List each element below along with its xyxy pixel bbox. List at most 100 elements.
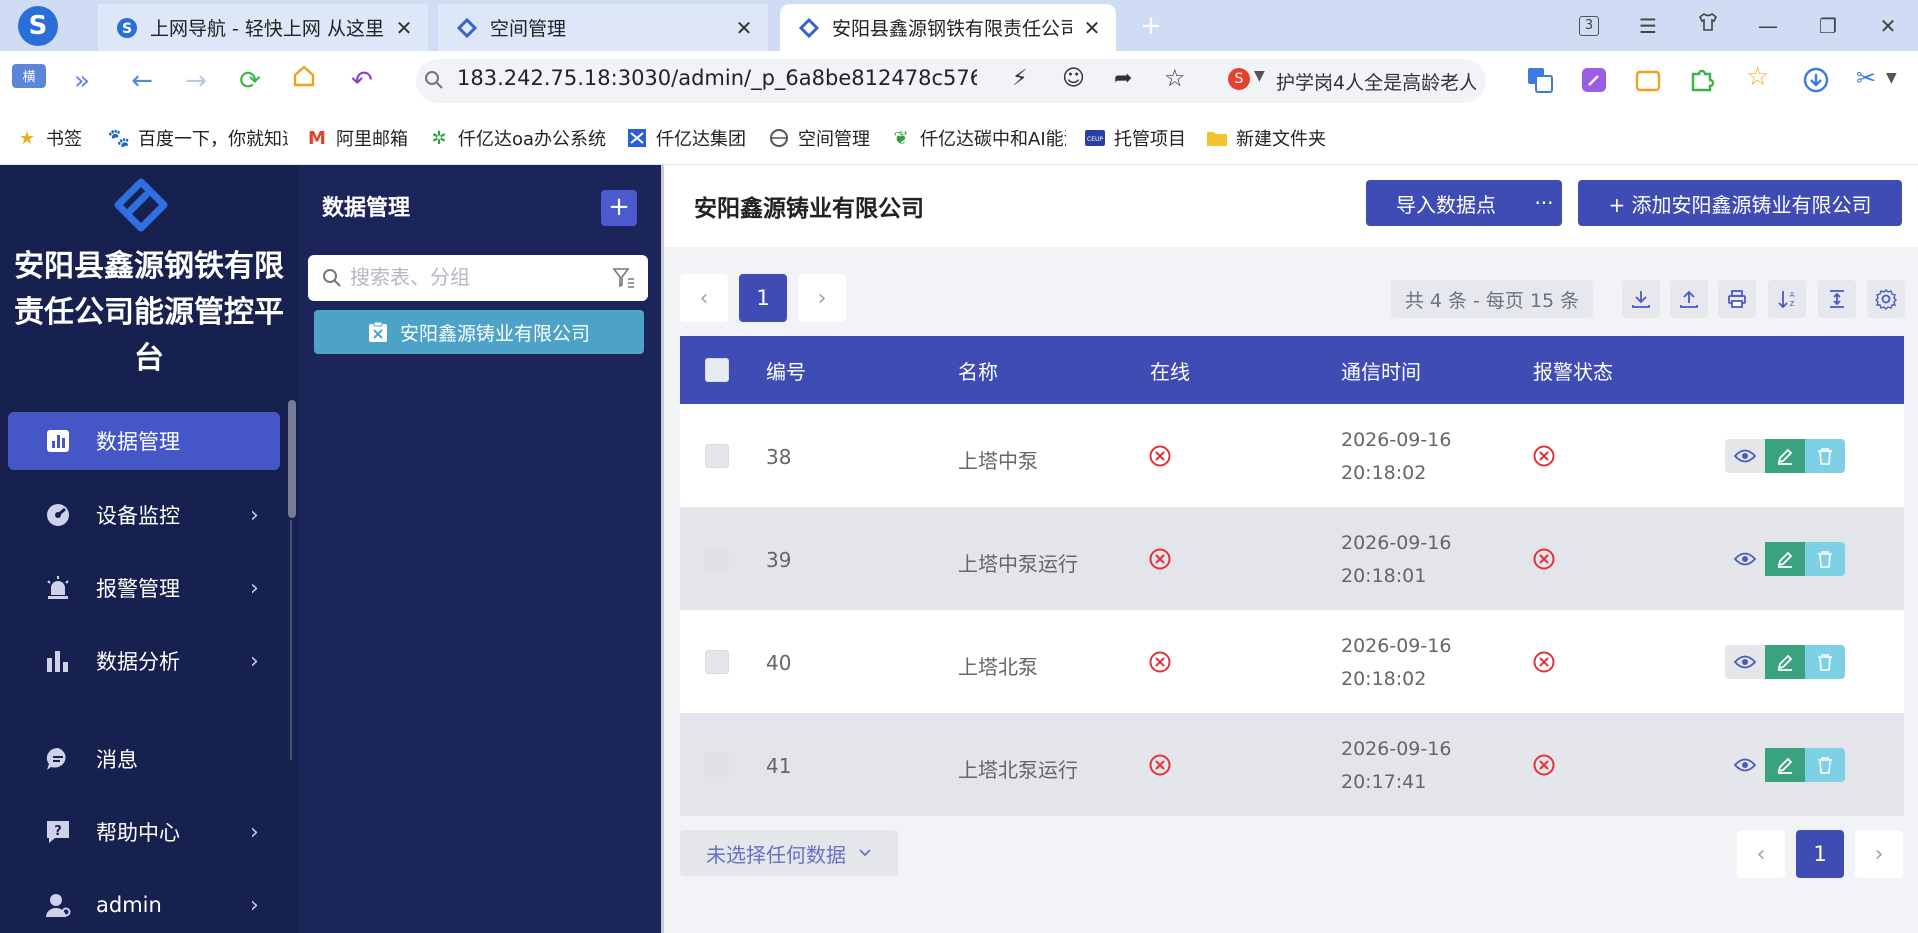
window-close-icon[interactable]: ✕ — [1872, 10, 1904, 42]
sidebar-toggle-icon[interactable]: 横 — [10, 63, 48, 99]
sidebar-item-data-analysis[interactable]: 数据分析 › — [8, 632, 280, 690]
bookmark-item[interactable]: ✲ 仟亿达oa办公系统 — [428, 124, 608, 152]
browser-tab-active[interactable]: 安阳县鑫源钢铁有限责任公司能源管控平台 ✕ — [780, 4, 1116, 51]
share-icon[interactable]: ➦ — [1114, 66, 1132, 91]
column-header-comm-time[interactable]: 通信时间 — [1341, 356, 1421, 385]
new-tab-icon[interactable]: + — [1136, 12, 1166, 42]
import-data-points-button[interactable]: 导入数据点 — [1366, 180, 1526, 226]
lightning-icon[interactable]: ⚡ — [1012, 66, 1027, 91]
delete-button[interactable] — [1805, 439, 1845, 473]
tree-search-input[interactable] — [350, 261, 600, 293]
column-header-id[interactable]: 编号 — [766, 356, 806, 385]
row-comm-time: 20:18:02 — [1341, 668, 1427, 690]
sidebar-item-device-monitoring[interactable]: 设备监控 › — [8, 486, 280, 544]
delete-button[interactable] — [1805, 542, 1845, 576]
view-button[interactable] — [1725, 542, 1765, 576]
folder-icon[interactable] — [1634, 66, 1662, 99]
reader-mode-icon[interactable]: ☺ — [1062, 66, 1085, 91]
browser-tab-navigation[interactable]: S 上网导航 - 轻快上网 从这里开始 ✕ — [98, 4, 428, 51]
url-text[interactable]: 183.242.75.18:3030/admin/_p_6a8be812478c… — [457, 66, 977, 90]
chevron-down-icon[interactable]: ▼ — [1254, 68, 1265, 84]
view-button[interactable] — [1725, 748, 1765, 782]
bookmark-star-icon[interactable]: ☆ — [1164, 64, 1186, 92]
bookmark-item[interactable]: M 阿里邮箱 — [306, 124, 416, 152]
puzzle-icon[interactable] — [1688, 66, 1716, 99]
close-icon[interactable]: ✕ — [1082, 16, 1102, 40]
double-chevron-icon[interactable]: » — [64, 63, 100, 99]
delete-button[interactable] — [1805, 645, 1845, 679]
undo-icon[interactable]: ↶ — [344, 63, 380, 99]
note-icon[interactable] — [1580, 66, 1608, 99]
close-icon[interactable]: ✕ — [394, 16, 414, 40]
add-company-button[interactable]: + 添加安阳鑫源铸业有限公司 — [1578, 180, 1902, 226]
reload-icon[interactable]: ⟳ — [232, 63, 268, 99]
table-row[interactable] — [680, 713, 1904, 816]
bookmark-item[interactable]: ❦ 仟亿达碳中和AI能源 — [890, 124, 1066, 152]
sidebar-item-messages[interactable]: 消息 — [8, 730, 280, 788]
view-button[interactable] — [1725, 645, 1765, 679]
edit-button[interactable] — [1765, 645, 1805, 679]
add-group-button[interactable]: + — [601, 190, 637, 226]
edit-button[interactable] — [1765, 748, 1805, 782]
download-icon[interactable] — [1622, 280, 1660, 318]
sort-icon[interactable]: AZ — [1768, 280, 1806, 318]
row-checkbox[interactable] — [705, 444, 729, 468]
home-icon[interactable] — [286, 63, 322, 99]
table-row[interactable] — [680, 404, 1904, 507]
bookmark-item[interactable]: 仟亿达集团 — [626, 124, 756, 152]
bookmark-item[interactable]: 🐾 百度一下，你就知道 — [108, 124, 288, 152]
column-header-name[interactable]: 名称 — [958, 356, 998, 385]
bookmark-item[interactable]: CEUP 托管项目 — [1084, 124, 1194, 152]
skin-shirt-icon[interactable] — [1692, 10, 1724, 42]
next-page-button[interactable]: › — [798, 274, 846, 322]
select-all-checkbox[interactable] — [705, 358, 729, 382]
sidebar-scrollbar[interactable] — [288, 400, 296, 518]
bookmark-item[interactable]: 空间管理 — [768, 124, 880, 152]
edit-button[interactable] — [1765, 542, 1805, 576]
more-options-button[interactable]: ··· — [1526, 180, 1562, 226]
table-row[interactable] — [680, 610, 1904, 713]
print-icon[interactable] — [1718, 280, 1756, 318]
selection-dropdown[interactable]: 未选择任何数据 — [680, 830, 898, 876]
restore-icon[interactable]: ❐ — [1812, 10, 1844, 42]
filter-icon[interactable] — [612, 266, 636, 295]
upload-icon[interactable] — [1670, 280, 1708, 318]
prev-page-button[interactable]: ‹ — [1737, 830, 1785, 878]
minimize-icon[interactable]: — — [1752, 10, 1784, 42]
next-page-button[interactable]: › — [1855, 830, 1903, 878]
browser-logo-icon[interactable]: S — [18, 6, 58, 46]
prev-page-button[interactable]: ‹ — [680, 274, 728, 322]
delete-button[interactable] — [1805, 748, 1845, 782]
news-headline[interactable]: 护学岗4人全是高龄老人 — [1276, 68, 1476, 95]
forward-icon[interactable]: → — [178, 63, 214, 99]
column-header-online[interactable]: 在线 — [1150, 356, 1190, 385]
browser-tab-space-management[interactable]: 空间管理 ✕ — [438, 4, 768, 51]
sidebar-item-data-management[interactable]: 数据管理 — [8, 412, 280, 470]
bookmark-item[interactable]: ★ 书签 — [16, 124, 96, 152]
row-checkbox[interactable] — [705, 753, 729, 777]
download-icon[interactable] — [1802, 66, 1830, 99]
tree-node-company[interactable]: 安阳鑫源铸业有限公司 — [314, 310, 644, 354]
row-height-icon[interactable] — [1818, 280, 1856, 318]
edit-button[interactable] — [1765, 439, 1805, 473]
view-button[interactable] — [1725, 439, 1765, 473]
scissors-icon[interactable]: ✂ — [1856, 64, 1876, 92]
tab-count-icon[interactable]: 3 — [1573, 10, 1605, 42]
sidebar-item-admin[interactable]: admin › — [8, 876, 280, 933]
chevron-down-icon[interactable]: ▼ — [1886, 70, 1897, 86]
back-icon[interactable]: ← — [124, 63, 160, 99]
translate-icon[interactable] — [1526, 66, 1554, 99]
table-row[interactable] — [680, 507, 1904, 610]
sidebar-item-help-center[interactable]: ? 帮助中心 › — [8, 803, 280, 861]
sidebar-item-alarm-management[interactable]: 报警管理 › — [8, 559, 280, 617]
favorites-star-icon[interactable]: ☆ — [1746, 62, 1769, 92]
row-checkbox[interactable] — [705, 650, 729, 674]
menu-icon[interactable]: ☰ — [1632, 10, 1664, 42]
page-number-button[interactable]: 1 — [739, 274, 787, 322]
bookmark-item[interactable]: 新建文件夹 — [1206, 124, 1346, 152]
settings-gear-icon[interactable] — [1867, 280, 1905, 318]
close-icon[interactable]: ✕ — [734, 16, 754, 40]
column-header-alarm-status[interactable]: 报警状态 — [1533, 356, 1613, 385]
page-number-button[interactable]: 1 — [1796, 830, 1844, 878]
row-checkbox[interactable] — [705, 547, 729, 571]
